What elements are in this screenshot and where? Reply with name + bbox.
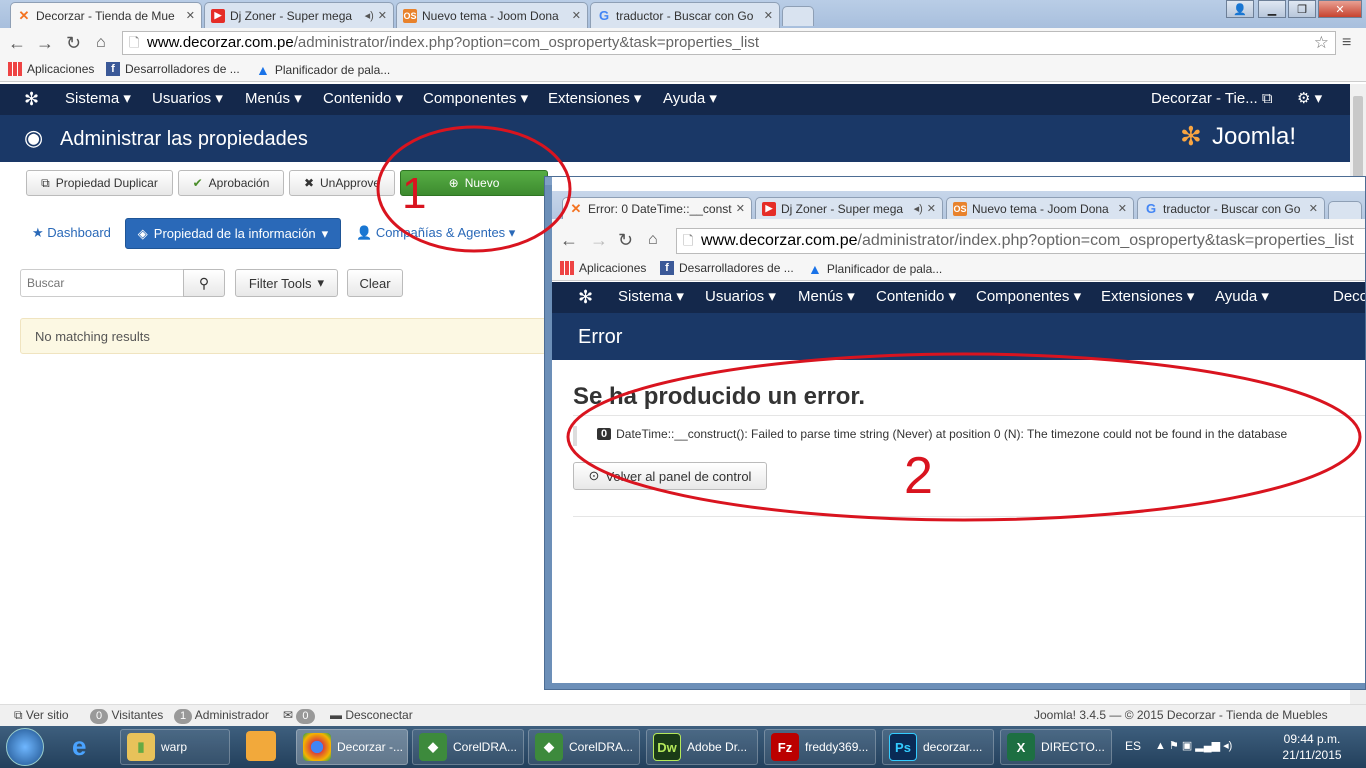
media-player-icon[interactable] bbox=[246, 731, 276, 761]
filezilla-icon: Fz bbox=[771, 733, 799, 761]
taskbar-coreldraw-1[interactable]: ◆ CorelDRA... bbox=[412, 729, 524, 765]
coreldraw-icon: ◆ bbox=[535, 733, 563, 761]
taskbar-dreamweaver[interactable]: Dw Adobe Dr... bbox=[646, 729, 758, 765]
language-indicator[interactable]: ES bbox=[1125, 739, 1141, 753]
annotation-circle-2 bbox=[566, 352, 1362, 522]
coreldraw-icon: ◆ bbox=[419, 733, 447, 761]
taskbar-excel[interactable]: X DIRECTO... bbox=[1000, 729, 1112, 765]
tray-icons[interactable]: ▲ ⚑ ▣ ▂▄▆ ◂) bbox=[1155, 739, 1232, 752]
start-button[interactable] bbox=[6, 728, 44, 766]
clock-time[interactable]: 09:44 p.m. bbox=[1280, 732, 1344, 746]
taskbar-photoshop[interactable]: Ps decorzar.... bbox=[882, 729, 994, 765]
photoshop-icon: Ps bbox=[889, 733, 917, 761]
annotation-number-2: 2 bbox=[904, 447, 933, 505]
taskbar-coreldraw-2[interactable]: ◆ CorelDRA... bbox=[528, 729, 640, 765]
annotation-number-1: 1 bbox=[402, 169, 427, 218]
excel-icon: X bbox=[1007, 733, 1035, 761]
windows-taskbar: e ▮ warp Decorzar -... ◆ CorelDRA... ◆ Core… bbox=[0, 726, 1366, 768]
clock-date[interactable]: 21/11/2015 bbox=[1280, 748, 1344, 762]
taskbar-folder[interactable]: ▮ warp bbox=[120, 729, 230, 765]
dreamweaver-icon: Dw bbox=[653, 733, 681, 761]
annotation-layer bbox=[376, 125, 1362, 522]
taskbar-chrome[interactable]: Decorzar -... bbox=[296, 729, 408, 765]
folder-icon: ▮ bbox=[127, 733, 155, 761]
chrome-icon bbox=[303, 733, 331, 761]
taskbar-filezilla[interactable]: Fz freddy369... bbox=[764, 729, 876, 765]
ie-icon[interactable]: e bbox=[72, 731, 86, 762]
